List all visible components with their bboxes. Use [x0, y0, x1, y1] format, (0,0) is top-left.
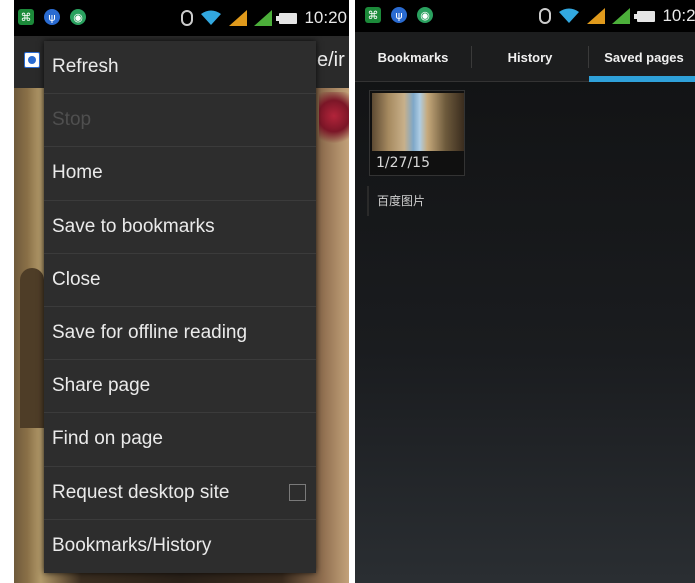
saved-page-date: 1/27/15	[376, 155, 430, 171]
tab-bookmarks[interactable]: Bookmarks	[355, 32, 471, 82]
wifi-icon	[201, 10, 222, 25]
menu-item-refresh[interactable]: Refresh	[44, 41, 316, 95]
flowers-detail	[319, 92, 349, 152]
battery-icon	[634, 10, 656, 22]
right-screen: ⌘ ψ ◉ 10:20 Bookmarks History Saved page…	[355, 0, 695, 583]
menu-item-label: Request desktop site	[52, 481, 230, 503]
battery-icon	[276, 12, 298, 24]
tab-label: Saved pages	[604, 49, 684, 65]
menu-item-label: Save for offline reading	[52, 322, 248, 344]
android-icon: ◉	[70, 9, 86, 25]
status-bar: ⌘ ψ ◉ 10:20	[14, 0, 349, 36]
menu-item-label: Home	[52, 162, 103, 184]
saved-page-title[interactable]: 百度图片	[377, 192, 425, 209]
menu-item-save-offline[interactable]: Save for offline reading	[44, 307, 316, 361]
arch-detail	[20, 268, 44, 428]
menu-item-label: Stop	[52, 109, 92, 131]
selected-tab-indicator	[589, 76, 695, 82]
saved-page-thumbnail	[372, 93, 464, 151]
menu-item-home[interactable]: Home	[44, 147, 316, 201]
app-notification-icon: ⌘	[365, 7, 381, 23]
wifi-icon	[559, 8, 580, 23]
tab-label: History	[507, 49, 553, 65]
checkbox-icon[interactable]	[289, 484, 306, 502]
clock: 10:20	[662, 6, 695, 25]
saved-page-item[interactable]: 1/27/15	[369, 90, 465, 176]
bluetooth-icon	[539, 8, 552, 24]
menu-item-share-page[interactable]: Share page	[44, 360, 316, 414]
overflow-menu: Refresh Stop Home Save to bookmarks Clos…	[44, 41, 316, 573]
clock: 10:20	[304, 8, 347, 27]
menu-item-bookmarks-history[interactable]: Bookmarks/History	[44, 520, 316, 573]
bookmarks-tabs: Bookmarks History Saved pages	[355, 32, 695, 82]
menu-item-save-to-bookmarks[interactable]: Save to bookmarks	[44, 201, 316, 254]
menu-item-request-desktop-site[interactable]: Request desktop site	[44, 467, 316, 520]
signal-icon	[587, 8, 606, 24]
menu-item-label: Find on page	[52, 428, 163, 450]
favicon-icon	[24, 52, 40, 68]
tab-history[interactable]: History	[472, 32, 588, 82]
divider	[367, 186, 369, 216]
menu-item-label: Save to bookmarks	[52, 215, 215, 237]
menu-item-label: Refresh	[52, 56, 119, 78]
signal-icon	[229, 10, 248, 26]
menu-item-label: Share page	[52, 375, 151, 397]
menu-item-find-on-page[interactable]: Find on page	[44, 413, 316, 467]
app-notification-icon: ⌘	[18, 9, 34, 25]
status-bar: ⌘ ψ ◉ 10:20	[355, 0, 695, 32]
signal-icon	[612, 8, 631, 24]
menu-item-stop: Stop	[44, 94, 316, 148]
menu-item-label: Bookmarks/History	[52, 535, 212, 557]
left-screen: ⌘ ψ ◉ 10:20 e/ir Refresh Stop Home Save …	[14, 0, 349, 583]
menu-item-label: Close	[52, 268, 101, 290]
menu-item-close[interactable]: Close	[44, 254, 316, 307]
url-text[interactable]: e/ir	[317, 49, 345, 72]
usb-icon: ψ	[44, 9, 60, 25]
usb-icon: ψ	[391, 7, 407, 23]
bluetooth-icon	[181, 10, 194, 26]
tab-saved-pages[interactable]: Saved pages	[589, 32, 695, 82]
android-icon: ◉	[417, 7, 433, 23]
tab-label: Bookmarks	[377, 49, 449, 65]
signal-icon	[254, 10, 273, 26]
